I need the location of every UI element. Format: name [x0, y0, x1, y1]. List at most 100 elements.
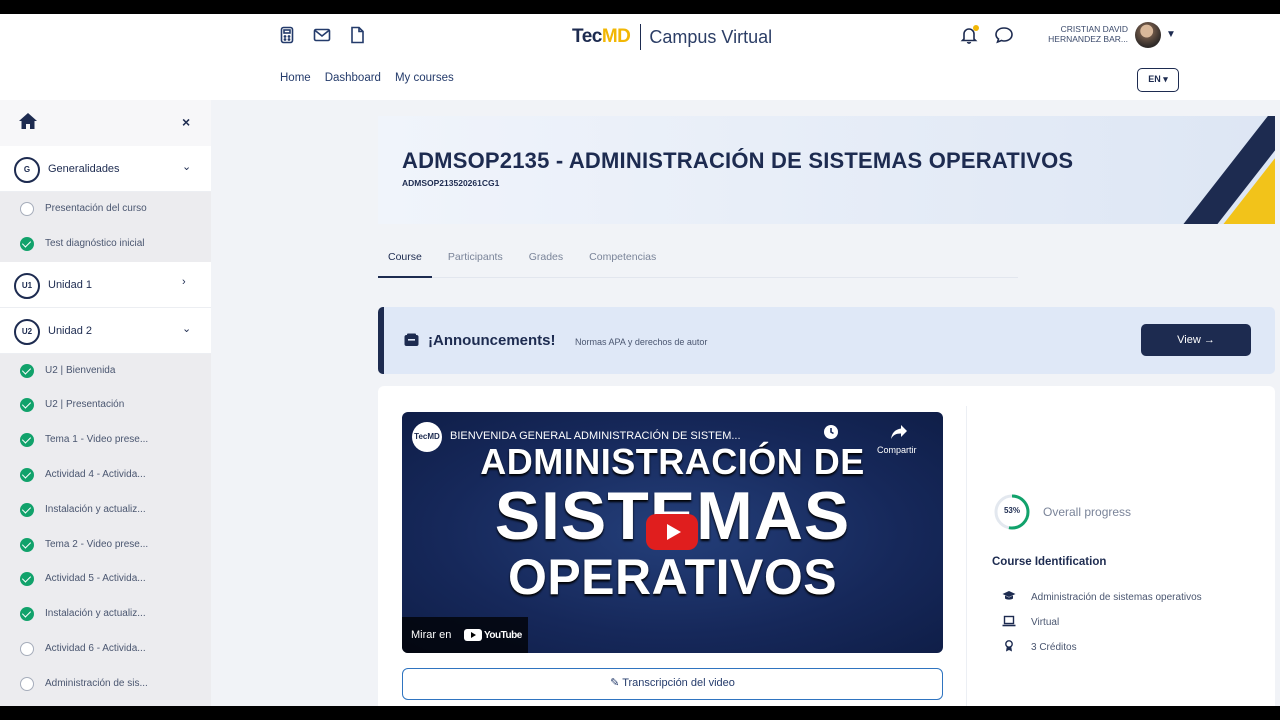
video-transcript-button[interactable]: ✎ Transcripción del video: [402, 668, 943, 700]
activity-item[interactable]: U2 | Bienvenida: [0, 354, 211, 389]
play-button-icon[interactable]: [646, 514, 698, 550]
site-logo[interactable]: Tec MD Campus Virtual: [572, 22, 772, 52]
progress-label: Overall progress: [1043, 505, 1132, 519]
video-player[interactable]: TecMD BIENVENIDA GENERAL ADMINISTRACIÓN …: [402, 412, 943, 653]
top-header: Tec MD Campus Virtual Home Dashboard My c…: [0, 14, 1280, 100]
announcement-title: ¡Announcements!: [428, 332, 556, 349]
activity-item[interactable]: Instalación y actualiz...: [0, 597, 211, 632]
progress-percent: 53%: [1003, 506, 1020, 515]
calculator-icon[interactable]: [278, 26, 296, 44]
logo-divider: [640, 24, 642, 50]
activity-label: U2 | Presentación: [45, 399, 125, 411]
section-badge: U2: [14, 318, 40, 345]
nav-dashboard[interactable]: Dashboard: [325, 72, 381, 84]
course-identification-title: Course Identification: [992, 556, 1107, 568]
pencil-icon: ✎: [610, 677, 620, 689]
completed-check-icon: [20, 433, 34, 448]
activity-item[interactable]: Actividad 4 - Activida...: [0, 458, 211, 493]
incomplete-circle-icon: [20, 641, 34, 656]
messages-chat-icon[interactable]: [994, 26, 1014, 44]
activity-item[interactable]: Tema 1 - Video prese...: [0, 423, 211, 458]
activity-label: Tema 1 - Video prese...: [45, 434, 149, 446]
completed-check-icon: [20, 236, 34, 251]
tab-grades[interactable]: Grades: [519, 242, 573, 278]
announcement-bar: ¡Announcements! Normas APA y derechos de…: [378, 307, 1275, 374]
document-icon[interactable]: [348, 26, 366, 44]
tab-course[interactable]: Course: [378, 242, 432, 278]
notification-dot: [973, 25, 979, 31]
graduation-cap-icon: [1002, 591, 1016, 600]
nav-my-courses[interactable]: My courses: [395, 72, 454, 84]
activity-label: Test diagnóstico inicial: [45, 237, 145, 249]
course-tabs: Course Participants Grades Competencias: [378, 242, 1018, 278]
section-g[interactable]: G Generalidades ⌄: [0, 146, 211, 192]
activity-label: Actividad 4 - Activida...: [45, 468, 146, 480]
watch-on-youtube-link[interactable]: Mirar en YouTube: [402, 617, 528, 653]
completed-check-icon: [20, 502, 34, 517]
activity-item[interactable]: U2 | Presentación: [0, 388, 211, 423]
tab-participants[interactable]: Participants: [438, 242, 513, 278]
course-index-list: G Generalidades ⌄ Presentación del curso Tes…: [0, 146, 211, 702]
incomplete-circle-icon: [20, 202, 34, 216]
course-index-drawer: × G Generalidades ⌄ Presentación del curso T…: [0, 100, 211, 706]
chevron-down-icon[interactable]: ⌄: [182, 160, 191, 173]
announcement-icon: [404, 333, 419, 347]
card-divider: [966, 406, 967, 706]
section-title: Unidad 1: [48, 278, 93, 291]
main-nav: Home Dashboard My courses: [280, 72, 454, 84]
section-u2[interactable]: U2 Unidad 2 ⌄: [0, 307, 211, 354]
completed-check-icon: [20, 572, 34, 587]
chevron-right-icon[interactable]: ›: [182, 276, 186, 288]
nav-home[interactable]: Home: [280, 72, 311, 84]
ident-course-name: Administración de sistemas operativos: [1002, 590, 1202, 603]
drawer-header: ×: [0, 100, 211, 146]
section-u1[interactable]: U1 Unidad 1 ›: [0, 261, 211, 308]
activity-label: U2 | Bienvenida: [45, 364, 116, 376]
campus-screen: Tec MD Campus Virtual Home Dashboard My c…: [0, 14, 1280, 706]
ident-credits: 3 Créditos: [1002, 640, 1077, 653]
watch-on-label: Mirar en: [411, 629, 452, 641]
activity-label: Instalación y actualiz...: [45, 608, 146, 620]
user-name[interactable]: CRISTIAN DAVID HERNANDEZ BAR...: [1024, 24, 1128, 44]
video-headline-3: OPERATIVOS: [507, 549, 838, 605]
course-header-banner: ADMSOP2135 - ADMINISTRACIÓN DE SISTEMAS …: [378, 116, 1275, 224]
chevron-down-icon[interactable]: ▼: [1166, 29, 1176, 40]
activity-item[interactable]: Administración de sis...: [0, 667, 211, 702]
activity-item[interactable]: Tema 2 - Video prese...: [0, 528, 211, 563]
view-announcement-button[interactable]: View →: [1141, 324, 1251, 356]
notifications-bell-icon[interactable]: [960, 25, 979, 44]
close-icon[interactable]: ×: [182, 114, 190, 130]
activity-item[interactable]: Actividad 5 - Activida...: [0, 562, 211, 597]
section-title: Generalidades: [48, 163, 120, 175]
completed-check-icon: [20, 467, 34, 482]
completed-check-icon: [20, 363, 34, 378]
section-title: Unidad 2: [48, 324, 93, 337]
announcement-text: Normas APA y derechos de autor: [575, 337, 708, 347]
avatar[interactable]: [1135, 22, 1161, 48]
ident-modality: Virtual: [1002, 615, 1059, 628]
site-name: Campus Virtual: [649, 26, 773, 47]
youtube-logo-icon: YouTube: [464, 628, 522, 642]
award-icon: [1005, 640, 1013, 652]
activity-label: Instalación y actualiz...: [45, 503, 146, 515]
chevron-down-icon[interactable]: ⌄: [182, 322, 191, 335]
completed-check-icon: [20, 607, 34, 622]
activity-label: Presentación del curso: [45, 203, 147, 214]
laptop-icon: [1002, 615, 1016, 627]
home-icon[interactable]: [18, 112, 38, 130]
mail-icon[interactable]: [313, 26, 331, 44]
video-headline-1: ADMINISTRACIÓN DE: [480, 441, 865, 482]
share-icon[interactable]: [890, 424, 908, 440]
language-selector[interactable]: EN ▾: [1137, 68, 1179, 92]
activity-label: Actividad 5 - Activida...: [45, 573, 146, 585]
activity-item[interactable]: Instalación y actualiz...: [0, 493, 211, 528]
tab-competencias[interactable]: Competencias: [579, 242, 666, 278]
activity-item[interactable]: Actividad 6 - Activida...: [0, 632, 211, 667]
watch-later-clock-icon[interactable]: [823, 424, 839, 440]
activity-label: Administración de sis...: [45, 677, 148, 689]
section-badge: U1: [14, 272, 40, 299]
activity-item[interactable]: Presentación del curso: [0, 192, 211, 227]
section-badge: G: [14, 157, 40, 183]
completed-check-icon: [20, 537, 34, 552]
activity-item[interactable]: Test diagnóstico inicial: [0, 227, 211, 262]
